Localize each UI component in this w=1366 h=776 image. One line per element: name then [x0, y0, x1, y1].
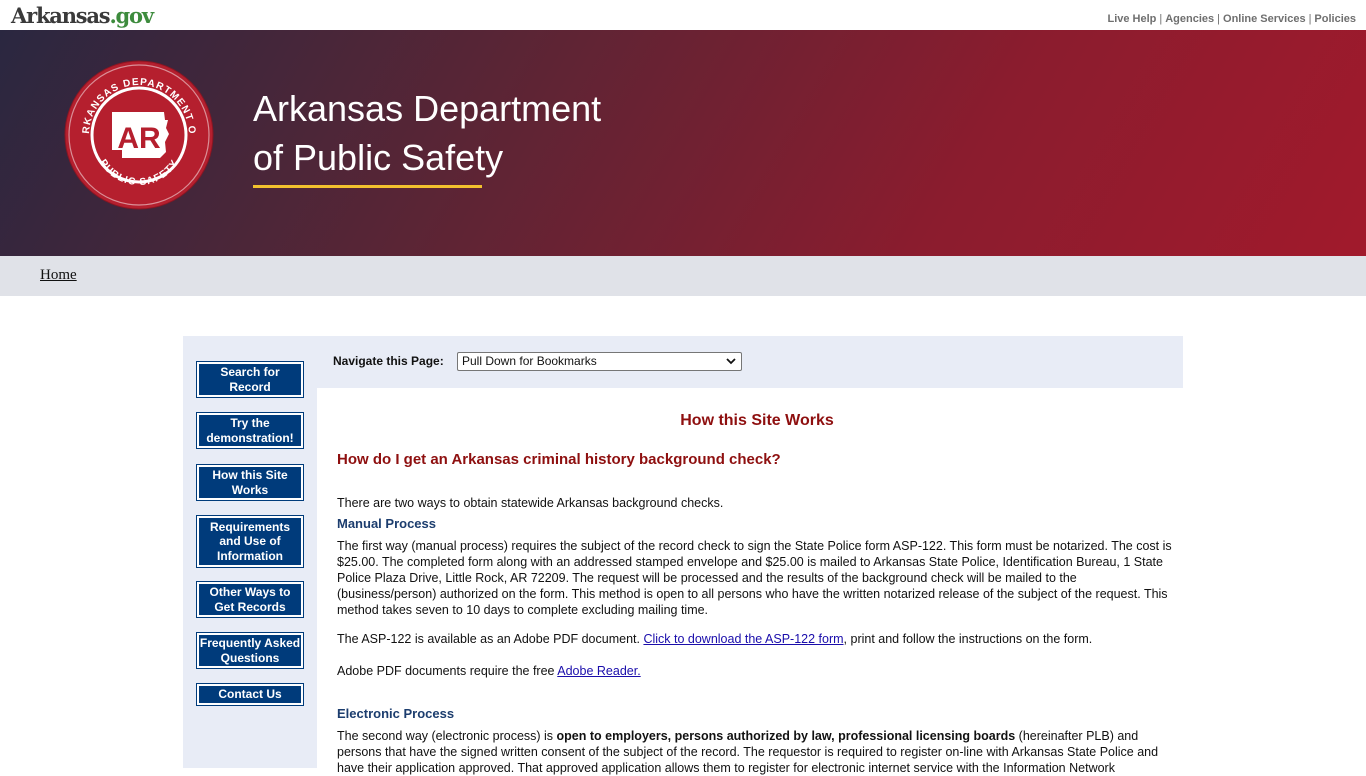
breadcrumb	[0, 256, 1366, 296]
asp-122-suffix: , print and follow the instructions on t…	[843, 632, 1093, 646]
logo-gov-text: .gov	[109, 3, 154, 28]
online-services-link[interactable]: Online Services	[1223, 13, 1306, 25]
navigate-page-bar	[317, 336, 1183, 388]
separator: |	[1308, 13, 1312, 25]
breadcrumb-home-link[interactable]: Home	[40, 267, 77, 284]
adobe-reader-link[interactable]: Adobe Reader.	[557, 664, 640, 678]
nav-contact-us-button[interactable]: Contact Us	[196, 683, 304, 706]
adobe-prefix: Adobe PDF documents require the free	[337, 664, 558, 678]
agencies-link[interactable]: Agencies	[1165, 13, 1214, 25]
electronic-process-heading: Electronic Process	[337, 706, 455, 721]
download-asp-122-link[interactable]: Click to download the ASP-122 form	[643, 632, 843, 646]
electronic-bold-text: open to employers, persons authorized by…	[556, 729, 1016, 743]
chevron-down-icon	[726, 358, 736, 365]
arkansas-gov-logo[interactable]: Arkansas.gov	[11, 3, 154, 29]
question-heading: How do I get an Arkansas criminal histor…	[337, 451, 781, 468]
title-line-2: of Public Safety	[253, 137, 504, 178]
manual-process-text: The first way (manual process) requires …	[337, 539, 1172, 617]
top-links: Live Help | Agencies | Online Services | Polic…	[1107, 13, 1356, 25]
logo-arkansas-text: Arkansas	[11, 3, 111, 28]
title-underline	[253, 185, 482, 188]
separator: |	[1159, 13, 1163, 25]
nav-try-demonstration-button[interactable]: Try the demonstration!	[196, 412, 304, 449]
dps-seal-logo[interactable]: ARKANSAS DEPARTMENT OF PUBLIC SAFETY AR	[64, 60, 214, 210]
policies-link[interactable]: Policies	[1314, 13, 1356, 25]
manual-process-heading: Manual Process	[337, 516, 436, 531]
title-line-1: Arkansas Department	[253, 88, 602, 129]
nav-requirements-button[interactable]: Requirements and Use of Information	[196, 515, 304, 568]
asp-122-prefix: The ASP-122 is available as an Adobe PDF…	[337, 632, 644, 646]
nav-search-for-record-button[interactable]: Search for Record	[196, 361, 304, 398]
top-bar: Arkansas.gov Live Help | Agencies | Online S…	[0, 0, 1366, 30]
page-title: Arkansas Department of Public Safety	[253, 84, 601, 182]
nav-other-ways-button[interactable]: Other Ways to Get Records	[196, 581, 304, 618]
bookmarks-select-value: Pull Down for Bookmarks	[462, 354, 597, 368]
asp-122-paragraph: The ASP-122 is available as an Adobe PDF…	[337, 631, 1173, 647]
section-heading: How this Site Works	[680, 412, 834, 429]
live-help-link[interactable]: Live Help	[1107, 13, 1156, 25]
intro-text: There are two ways to obtain statewide A…	[337, 496, 724, 510]
nav-how-site-works-button[interactable]: How this Site Works	[196, 464, 304, 501]
nav-faq-button[interactable]: Frequently Asked Questions	[196, 632, 304, 669]
seal-center-text: AR	[117, 122, 161, 155]
bookmarks-select[interactable]: Pull Down for Bookmarks	[457, 352, 742, 371]
adobe-paragraph: Adobe PDF documents require the free Ado…	[337, 663, 1173, 679]
separator: |	[1217, 13, 1221, 25]
electronic-process-text: The second way (electronic process) is o…	[337, 728, 1173, 776]
navigate-page-label: Navigate this Page:	[333, 354, 444, 368]
electronic-prefix: The second way (electronic process) is	[337, 729, 557, 743]
